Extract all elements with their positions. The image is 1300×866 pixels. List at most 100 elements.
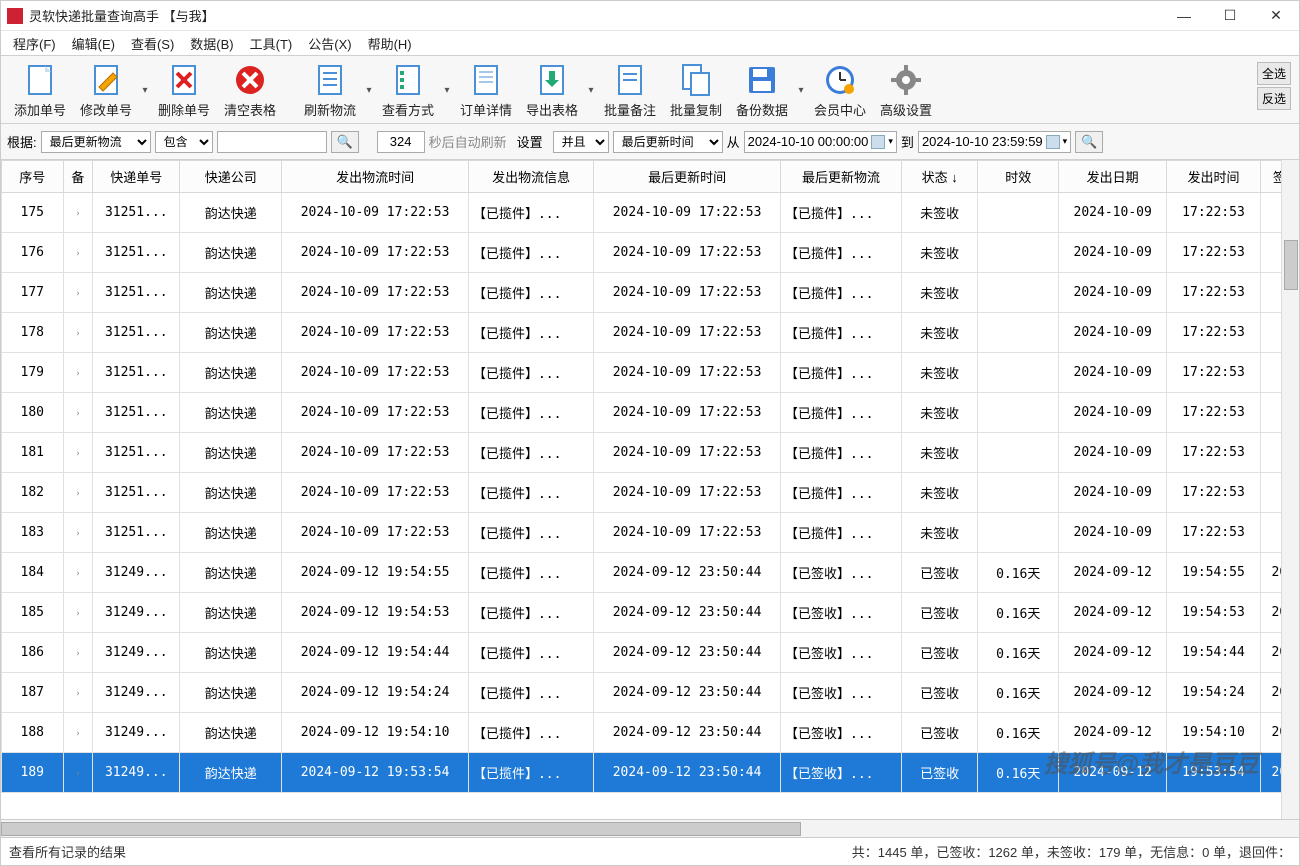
refresh-button[interactable]: 刷新物流 bbox=[297, 60, 363, 121]
table-cell: 0.16天 bbox=[978, 713, 1059, 753]
vertical-scrollbar[interactable] bbox=[1281, 160, 1299, 819]
menu-notice[interactable]: 公告(X) bbox=[302, 32, 357, 55]
column-header[interactable]: 发出日期 bbox=[1059, 161, 1167, 193]
table-row[interactable]: 184›31249...韵达快递2024-09-12 19:54:55【已揽件】… bbox=[2, 553, 1299, 593]
table-cell: 19:54:53 bbox=[1167, 593, 1260, 633]
batchcopy-button[interactable]: 批量复制 bbox=[663, 60, 729, 121]
column-header[interactable]: 状态 ↓ bbox=[901, 161, 977, 193]
table-cell: 已签收 bbox=[901, 753, 977, 793]
menu-view[interactable]: 查看(S) bbox=[125, 32, 180, 55]
app-icon bbox=[7, 8, 23, 24]
column-header[interactable]: 快递单号 bbox=[93, 161, 180, 193]
table-cell: 31249... bbox=[93, 593, 180, 633]
column-header[interactable]: 序号 bbox=[2, 161, 64, 193]
invert-select-button[interactable]: 反选 bbox=[1257, 87, 1291, 110]
column-header[interactable]: 发出物流信息 bbox=[468, 161, 593, 193]
date-search-button[interactable]: 🔍 bbox=[1075, 131, 1103, 153]
table-row[interactable]: 185›31249...韵达快递2024-09-12 19:54:53【已揽件】… bbox=[2, 593, 1299, 633]
date-from[interactable]: 2024-10-10 00:00:00▾ bbox=[744, 131, 897, 153]
table-cell: 31249... bbox=[93, 753, 180, 793]
view-dropdown[interactable]: ▾ bbox=[441, 85, 453, 96]
table-cell: 180 bbox=[2, 393, 64, 433]
table-cell bbox=[978, 433, 1059, 473]
maximize-button[interactable]: ☐ bbox=[1207, 1, 1253, 31]
select-all-button[interactable]: 全选 bbox=[1257, 62, 1291, 85]
menu-tools[interactable]: 工具(T) bbox=[244, 32, 299, 55]
search-button[interactable]: 🔍 bbox=[331, 131, 359, 153]
export-button[interactable]: 导出表格 bbox=[519, 60, 585, 121]
magnifier-icon: 🔍 bbox=[337, 134, 353, 150]
menu-data[interactable]: 数据(B) bbox=[184, 32, 239, 55]
menu-program[interactable]: 程序(F) bbox=[7, 32, 62, 55]
menu-help[interactable]: 帮助(H) bbox=[362, 32, 418, 55]
table-cell: 2024-10-09 17:22:53 bbox=[594, 193, 781, 233]
refresh-dropdown[interactable]: ▾ bbox=[363, 85, 375, 96]
table-row[interactable]: 179›31251...韵达快递2024-10-09 17:22:53【已揽件】… bbox=[2, 353, 1299, 393]
chevron-down-icon: ▾ bbox=[888, 136, 893, 147]
table-row[interactable]: 188›31249...韵达快递2024-09-12 19:54:10【已揽件】… bbox=[2, 713, 1299, 753]
backup-button[interactable]: 备份数据 bbox=[729, 60, 795, 121]
filter-field2-select[interactable]: 最后更新时间 bbox=[613, 131, 723, 153]
table-cell: 【已揽件】... bbox=[468, 593, 593, 633]
column-header[interactable]: 最后更新物流 bbox=[781, 161, 902, 193]
table-row[interactable]: 182›31251...韵达快递2024-10-09 17:22:53【已揽件】… bbox=[2, 473, 1299, 513]
backup-dropdown[interactable]: ▾ bbox=[795, 85, 807, 96]
table-row[interactable]: 187›31249...韵达快递2024-09-12 19:54:24【已揽件】… bbox=[2, 673, 1299, 713]
column-header[interactable]: 备 bbox=[63, 161, 93, 193]
close-button[interactable]: ✕ bbox=[1253, 1, 1299, 31]
table-cell bbox=[978, 513, 1059, 553]
horizontal-scrollbar[interactable] bbox=[1, 819, 1299, 837]
table-cell: › bbox=[63, 193, 93, 233]
table-row[interactable]: 186›31249...韵达快递2024-09-12 19:54:44【已揽件】… bbox=[2, 633, 1299, 673]
view-button[interactable]: 查看方式 bbox=[375, 60, 441, 121]
table-row[interactable]: 189›31249...韵达快递2024-09-12 19:53:54【已揽件】… bbox=[2, 753, 1299, 793]
edit-button[interactable]: 修改单号 bbox=[73, 60, 139, 121]
table-cell: › bbox=[63, 273, 93, 313]
edit-dropdown[interactable]: ▾ bbox=[139, 85, 151, 96]
menu-edit[interactable]: 编辑(E) bbox=[66, 32, 121, 55]
table-cell: 【已揽件】... bbox=[468, 353, 593, 393]
detail-button[interactable]: 订单详情 bbox=[453, 60, 519, 121]
checklist-icon bbox=[390, 62, 426, 98]
column-header[interactable]: 时效 bbox=[978, 161, 1059, 193]
table-cell: 0.16天 bbox=[978, 553, 1059, 593]
filter-logic-select[interactable]: 并且 bbox=[553, 131, 609, 153]
table-row[interactable]: 183›31251...韵达快递2024-10-09 17:22:53【已揽件】… bbox=[2, 513, 1299, 553]
column-header[interactable]: 发出物流时间 bbox=[282, 161, 469, 193]
table-row[interactable]: 176›31251...韵达快递2024-10-09 17:22:53【已揽件】… bbox=[2, 233, 1299, 273]
clear-button[interactable]: 清空表格 bbox=[217, 60, 283, 121]
delete-button[interactable]: 删除单号 bbox=[151, 60, 217, 121]
table-cell: 2024-10-09 17:22:53 bbox=[282, 273, 469, 313]
table-cell: 2024-10-09 17:22:53 bbox=[282, 473, 469, 513]
filter-field-select[interactable]: 最后更新物流 bbox=[41, 131, 151, 153]
minimize-button[interactable]: — bbox=[1161, 1, 1207, 31]
date-to[interactable]: 2024-10-10 23:59:59▾ bbox=[918, 131, 1071, 153]
member-button[interactable]: 会员中心 bbox=[807, 60, 873, 121]
add-button[interactable]: 添加单号 bbox=[7, 60, 73, 121]
batchnote-button[interactable]: 批量备注 bbox=[597, 60, 663, 121]
filter-bar: 根据: 最后更新物流 包含 🔍 324 秒后自动刷新 设置 并且 最后更新时间 … bbox=[1, 124, 1299, 160]
table-cell: 【已揽件】... bbox=[468, 753, 593, 793]
table-cell: 【已签收】... bbox=[781, 753, 902, 793]
column-header[interactable]: 发出时间 bbox=[1167, 161, 1260, 193]
table-row[interactable]: 181›31251...韵达快递2024-10-09 17:22:53【已揽件】… bbox=[2, 433, 1299, 473]
table-row[interactable]: 175›31251...韵达快递2024-10-09 17:22:53【已揽件】… bbox=[2, 193, 1299, 233]
table-row[interactable]: 177›31251...韵达快递2024-10-09 17:22:53【已揽件】… bbox=[2, 273, 1299, 313]
table-cell: 【已签收】... bbox=[781, 553, 902, 593]
search-input[interactable] bbox=[217, 131, 327, 153]
export-dropdown[interactable]: ▾ bbox=[585, 85, 597, 96]
filter-op-select[interactable]: 包含 bbox=[155, 131, 213, 153]
column-header[interactable]: 最后更新时间 bbox=[594, 161, 781, 193]
adv-button[interactable]: 高级设置 bbox=[873, 60, 939, 121]
backup-label: 备份数据 bbox=[736, 100, 788, 119]
column-header[interactable]: 快递公司 bbox=[180, 161, 282, 193]
setting-link[interactable]: 设置 bbox=[511, 132, 549, 151]
table-cell: 【已揽件】... bbox=[781, 513, 902, 553]
table-cell: 2024-10-09 17:22:53 bbox=[282, 393, 469, 433]
table-row[interactable]: 180›31251...韵达快递2024-10-09 17:22:53【已揽件】… bbox=[2, 393, 1299, 433]
table-cell: 2024-10-09 bbox=[1059, 353, 1167, 393]
table-row[interactable]: 178›31251...韵达快递2024-10-09 17:22:53【已揽件】… bbox=[2, 313, 1299, 353]
table-cell: › bbox=[63, 313, 93, 353]
table-cell: 2024-10-09 17:22:53 bbox=[594, 353, 781, 393]
table-cell: 17:22:53 bbox=[1167, 473, 1260, 513]
